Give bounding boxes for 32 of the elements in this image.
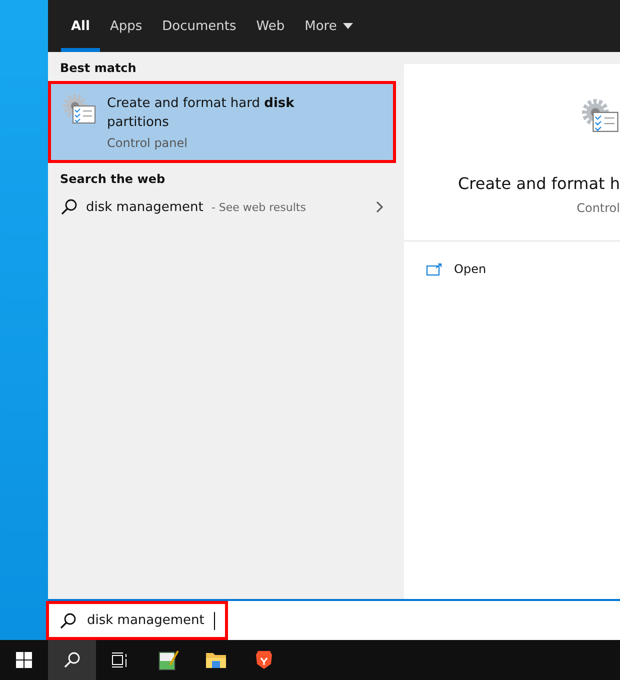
folder-icon [205, 651, 227, 669]
taskbar-button[interactable] [48, 640, 96, 680]
best-match-result[interactable]: Create and format hard disk partitions Control panel [48, 81, 396, 163]
task-view-icon [111, 652, 129, 668]
search-text: disk management [87, 613, 204, 628]
lion-shield-icon [255, 650, 273, 670]
text-cursor [214, 612, 216, 630]
search-field[interactable]: disk management [46, 601, 228, 640]
web-result[interactable]: disk management - See web results [48, 192, 396, 222]
result-subtitle: Control panel [107, 136, 188, 150]
web-hint: - See web results [211, 200, 307, 214]
filter-tab[interactable]: Apps [100, 0, 152, 52]
detail-title: Create and format h [458, 174, 620, 193]
web-query: disk management [86, 200, 204, 214]
search-icon [63, 651, 81, 669]
windows-logo-icon [16, 652, 32, 668]
caret-icon [342, 23, 353, 29]
search-icon [60, 198, 78, 216]
filter-tab[interactable]: Web [246, 0, 295, 52]
action-label: Open [454, 262, 486, 276]
filter-tab[interactable]: More [294, 0, 363, 52]
section-heading: Best match [59, 60, 138, 77]
open-action[interactable]: Open [404, 242, 620, 296]
filter-tab[interactable]: All [61, 0, 100, 52]
notepad-icon [157, 649, 179, 671]
section-heading: Search the web [59, 171, 166, 188]
result-title: Create and format hard disk partitions [107, 95, 296, 132]
detail-subtitle: Control [576, 201, 620, 215]
search-icon [59, 612, 77, 630]
open-window-icon [426, 262, 442, 276]
filter-tab[interactable]: Documents [152, 0, 246, 52]
chevron-right-icon [376, 201, 384, 213]
